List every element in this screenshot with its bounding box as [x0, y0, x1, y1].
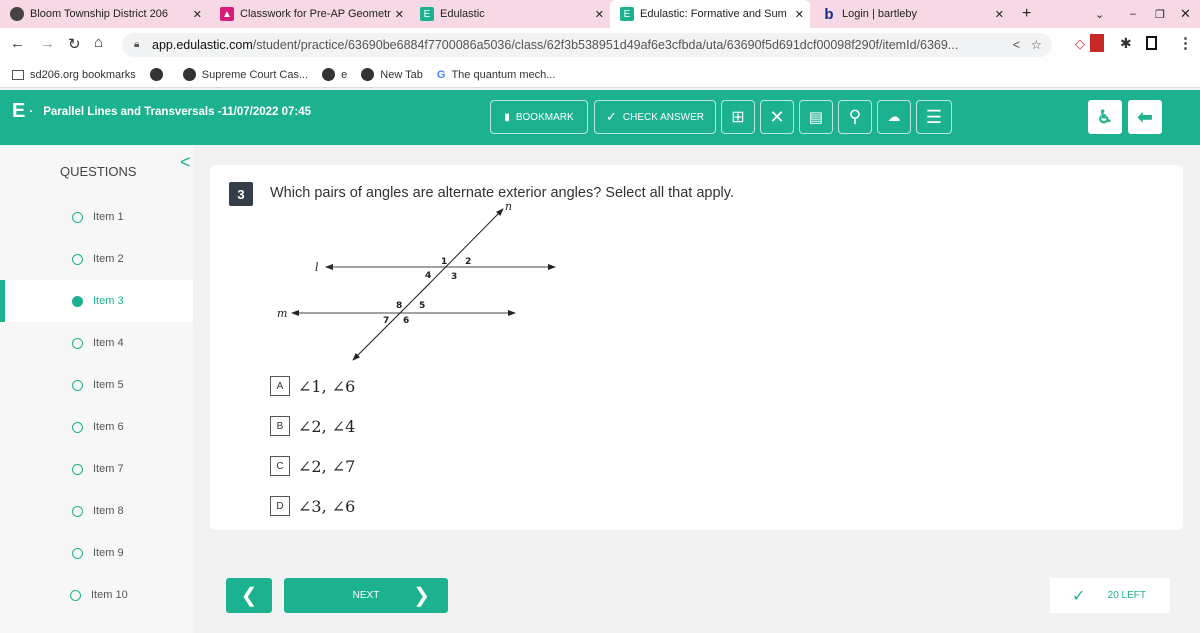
chevron-left-icon: ❮ — [240, 585, 258, 607]
option-value: ∠1, ∠6 — [298, 376, 356, 396]
option-letter: D — [270, 496, 290, 516]
option-letter: B — [270, 416, 290, 436]
option-letter: C — [270, 456, 290, 476]
answer-option-b[interactable]: B ∠2, ∠4 — [270, 416, 355, 436]
transversal-diagram: n l m 1 2 3 4 5 6 7 8 — [277, 200, 556, 361]
chevron-right-icon: ❯ — [413, 585, 430, 607]
angle-label: 7 — [383, 316, 389, 326]
previous-button[interactable]: ❮ — [226, 578, 272, 613]
next-button[interactable]: NEXT ❯ — [284, 578, 448, 613]
line-n-down — [352, 282, 431, 361]
check-icon: ✓ — [1072, 587, 1086, 605]
line-n — [419, 208, 504, 294]
angle-label: 2 — [465, 257, 471, 267]
option-value: ∠3, ∠6 — [298, 496, 356, 516]
answer-option-d[interactable]: D ∠3, ∠6 — [270, 496, 355, 516]
angle-label: 5 — [419, 301, 425, 311]
line-label-l: l — [315, 261, 319, 274]
angle-label: 6 — [403, 316, 409, 326]
angle-label: 3 — [451, 272, 457, 282]
angle-label: 4 — [425, 271, 431, 281]
answer-option-a[interactable]: A ∠1, ∠6 — [270, 376, 355, 396]
line-label-n: n — [505, 200, 512, 213]
line-label-m: m — [277, 307, 287, 320]
questions-left-indicator: ✓ 20 LEFT — [1050, 578, 1170, 613]
option-letter: A — [270, 376, 290, 396]
answer-option-c[interactable]: C ∠2, ∠7 — [270, 456, 355, 476]
option-value: ∠2, ∠4 — [298, 416, 356, 436]
angle-label: 1 — [441, 257, 447, 267]
angle-label: 8 — [396, 301, 402, 311]
option-value: ∠2, ∠7 — [298, 456, 356, 476]
